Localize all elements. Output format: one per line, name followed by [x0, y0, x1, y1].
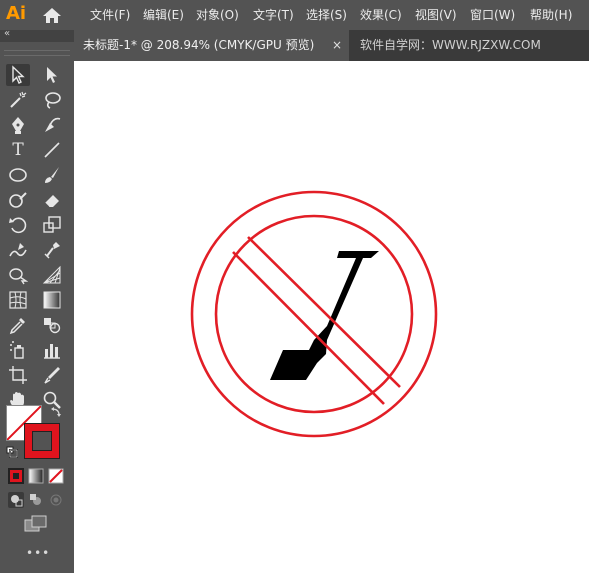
screen-mode-icon[interactable] — [24, 515, 48, 533]
diagonal-line-lower — [232, 251, 385, 405]
selection-tool-icon[interactable] — [6, 64, 30, 86]
rotate-tool-icon[interactable] — [6, 214, 30, 236]
perspective-grid-tool-icon[interactable] — [40, 264, 64, 286]
ellipse-tool-icon[interactable] — [6, 164, 30, 186]
panel-grip[interactable] — [4, 50, 70, 56]
paintbrush-tool-icon[interactable] — [40, 164, 64, 186]
slice-tool-icon[interactable] — [40, 364, 64, 386]
none-mode-icon[interactable] — [48, 468, 64, 484]
color-mode-icon[interactable] — [8, 468, 24, 484]
tab-title: 未标题-1* @ 208.94% (CMYK/GPU 预览) — [83, 38, 315, 52]
default-fill-stroke-icon[interactable] — [6, 446, 18, 458]
gradient-tool-icon[interactable] — [40, 289, 64, 311]
symbol-sprayer-tool-icon[interactable] — [6, 339, 30, 361]
gradient-mode-icon[interactable] — [28, 468, 44, 484]
menu-effect[interactable]: 效果(C) — [360, 0, 402, 30]
warp-tool-icon[interactable] — [6, 239, 30, 261]
mesh-tool-icon[interactable] — [6, 289, 30, 311]
pen-tool-icon[interactable] — [6, 114, 30, 136]
menu-view[interactable]: 视图(V) — [415, 0, 457, 30]
outer-ring — [190, 190, 438, 438]
artboard-tool-icon[interactable] — [6, 364, 30, 386]
draw-behind-icon[interactable] — [28, 492, 44, 508]
column-graph-tool-icon[interactable] — [40, 339, 64, 361]
document-tab-bar: 未标题-1* @ 208.94% (CMYK/GPU 预览) × 软件自学网：W… — [74, 30, 589, 61]
menu-file[interactable]: 文件(F) — [90, 0, 130, 30]
menu-select[interactable]: 选择(S) — [306, 0, 347, 30]
illustrator-logo: Ai — [6, 3, 27, 24]
type-tool-icon[interactable]: T — [6, 139, 30, 161]
eraser-tool-icon[interactable] — [40, 189, 64, 211]
black-slash-shape — [270, 251, 379, 380]
draw-inside-icon[interactable] — [48, 492, 64, 508]
eyedropper-tool-icon[interactable] — [6, 314, 30, 336]
tab-untitled-1[interactable]: 未标题-1* @ 208.94% (CMYK/GPU 预览) × — [74, 30, 349, 61]
tools-panel: T ••• — [0, 42, 74, 573]
free-transform-tool-icon[interactable] — [40, 239, 64, 261]
shape-builder-tool-icon[interactable] — [6, 264, 30, 286]
menu-window[interactable]: 窗口(W) — [470, 0, 515, 30]
artwork — [190, 190, 438, 438]
menu-edit[interactable]: 编辑(E) — [143, 0, 184, 30]
line-segment-tool-icon[interactable] — [40, 139, 64, 161]
menu-help[interactable]: 帮助(H) — [530, 0, 572, 30]
lasso-tool-icon[interactable] — [40, 89, 64, 111]
artboard-canvas[interactable] — [74, 61, 589, 573]
stroke-swatch[interactable] — [24, 423, 60, 459]
menu-bar: Ai 文件(F) 编辑(E) 对象(O) 文字(T) 选择(S) 效果(C) 视… — [0, 0, 589, 30]
blend-tool-icon[interactable] — [40, 314, 64, 336]
magic-wand-tool-icon[interactable] — [6, 89, 30, 111]
curvature-tool-icon[interactable] — [40, 114, 64, 136]
shaper-tool-icon[interactable] — [6, 189, 30, 211]
menu-type[interactable]: 文字(T) — [253, 0, 294, 30]
scale-tool-icon[interactable] — [40, 214, 64, 236]
home-icon[interactable] — [42, 7, 62, 24]
stroke-swatch-inner — [32, 431, 52, 451]
tab-rjzxw[interactable]: 软件自学网：WWW.RJZXW.COM — [360, 30, 541, 61]
direct-selection-tool-icon[interactable] — [40, 64, 64, 86]
menu-object[interactable]: 对象(O) — [196, 0, 239, 30]
edit-toolbar-icon[interactable]: ••• — [26, 546, 50, 560]
close-tab-icon[interactable]: × — [332, 30, 342, 61]
type-tool-glyph: T — [12, 140, 24, 160]
draw-normal-icon[interactable] — [8, 492, 24, 508]
inner-ring — [214, 214, 414, 414]
panel-collapse-strip[interactable]: « — [0, 28, 74, 42]
collapse-icon[interactable]: « — [4, 28, 10, 39]
diagonal-line-upper — [247, 236, 401, 388]
swap-fill-stroke-icon[interactable] — [50, 406, 62, 418]
